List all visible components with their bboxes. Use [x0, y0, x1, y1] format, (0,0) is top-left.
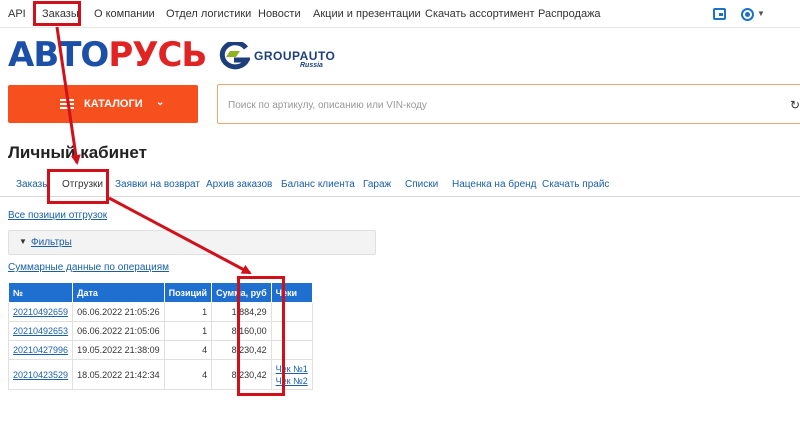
row-qty: 4 [163, 359, 213, 390]
tab-order-archive[interactable]: Архив заказов [206, 175, 272, 197]
nav-news[interactable]: Новости [258, 0, 301, 28]
tab-garage[interactable]: Гараж [363, 175, 391, 197]
summary-link[interactable]: Суммарные данные по операциям [8, 262, 169, 273]
nav-download-assortment[interactable]: Скачать ассортимент [425, 0, 535, 28]
catalog-label: КАТАЛОГИ [84, 98, 143, 110]
catalog-button[interactable]: КАТАЛОГИ ⌄ [8, 85, 198, 123]
tab-download-price[interactable]: Скачать прайс [542, 175, 609, 197]
caret-down-icon[interactable]: ▼ [757, 9, 765, 18]
filters-link[interactable]: Фильтры [31, 237, 72, 248]
annotation-box-shipments [47, 169, 109, 204]
logo-part-rus: РУСЬ [108, 35, 207, 75]
row-date: 06.06.2022 21:05:06 [72, 321, 165, 341]
row-qty: 1 [163, 321, 213, 341]
annotation-box-receipts [237, 276, 285, 396]
tab-client-balance[interactable]: Баланс клиента [281, 175, 355, 197]
order-link[interactable]: 20210492659 [13, 307, 68, 317]
nav-sale[interactable]: Распродажа [538, 0, 601, 28]
tab-returns[interactable]: Заявки на возврат [115, 175, 200, 197]
col-date: Дата [72, 282, 165, 303]
tab-brand-markup[interactable]: Наценка на бренд [452, 175, 537, 197]
groupauto-logo-mark-icon [219, 42, 250, 70]
nav-about[interactable]: О компании [94, 0, 155, 28]
logo-part-avto: АВТО [8, 35, 109, 75]
row-id-cell: 20210492659 [7, 302, 74, 322]
search-box: ↻ [217, 84, 800, 124]
annotation-box-orders [33, 1, 81, 26]
row-id-cell: 20210492653 [7, 321, 74, 341]
all-positions-link[interactable]: Все позиции отгрузок [8, 210, 107, 221]
search-input[interactable] [228, 96, 768, 114]
order-link[interactable]: 20210427996 [13, 345, 68, 355]
refresh-icon[interactable]: ↻ [790, 98, 800, 112]
row-id-cell: 20210427996 [7, 340, 74, 360]
nav-api[interactable]: API [8, 0, 26, 28]
chevron-down-icon: ⌄ [156, 97, 165, 108]
chevron-down-icon: ▼ [19, 237, 27, 246]
top-nav: API Заказы О компании Отдел логистики Но… [0, 0, 800, 28]
row-date: 19.05.2022 21:38:09 [72, 340, 165, 360]
menu-icon [60, 99, 74, 109]
account-tabs: Заказы Отгрузки Заявки на возврат Архив … [0, 175, 800, 197]
tab-orders[interactable]: Заказы [16, 175, 49, 197]
order-link[interactable]: 20210423529 [13, 370, 68, 380]
row-qty: 1 [163, 302, 213, 322]
row-qty: 4 [163, 340, 213, 360]
row-date: 06.06.2022 21:05:26 [72, 302, 165, 322]
tab-lists[interactable]: Списки [405, 175, 438, 197]
nav-promos[interactable]: Акции и презентации [313, 0, 421, 28]
col-number: № [7, 282, 74, 303]
row-id-cell: 20210423529 [7, 359, 74, 390]
nav-logistics[interactable]: Отдел логистики [166, 0, 251, 28]
col-positions: Позиций [163, 282, 213, 303]
page-title: Личный кабинет [8, 143, 147, 162]
user-icon[interactable] [741, 8, 754, 21]
wallet-icon[interactable] [713, 8, 726, 20]
avtorus-logo[interactable]: АВТОРУСЬ [8, 35, 207, 75]
groupauto-logo-sub: Russia [300, 62, 323, 69]
row-date: 18.05.2022 21:42:34 [72, 359, 165, 390]
filters-panel[interactable]: ▼ Фильтры [8, 230, 376, 255]
groupauto-logo-text: GROUPAUTO [254, 49, 336, 63]
order-link[interactable]: 20210492653 [13, 326, 68, 336]
